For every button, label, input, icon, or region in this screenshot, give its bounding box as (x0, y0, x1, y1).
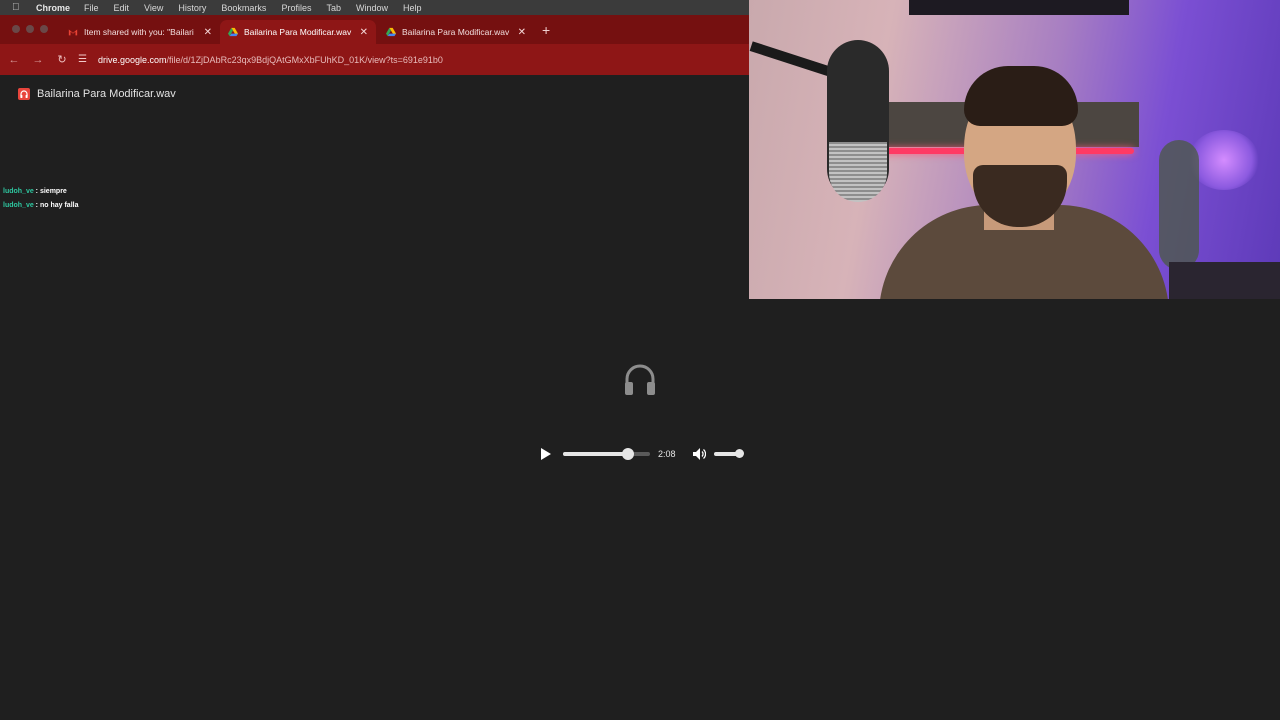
browser-window: Item shared with you: "Bailari ✕ Bailari… (0, 15, 749, 75)
plant (1159, 140, 1199, 270)
reload-icon[interactable]: ↻ (50, 53, 74, 66)
chat-username: ludoh_ve (3, 201, 34, 209)
minimize-window-button[interactable] (26, 25, 34, 33)
play-icon (540, 448, 551, 460)
volume-icon[interactable] (692, 447, 706, 461)
camera-ceiling (909, 0, 1129, 15)
close-tab-icon[interactable]: ✕ (360, 27, 368, 38)
url-host: drive.google.com (98, 54, 167, 65)
chat-message: ludoh_ve : no hay falla (3, 201, 79, 209)
tab-drive[interactable]: Bailarina Para Modificar.wav ✕ (378, 20, 534, 44)
audio-player: 2:08 (535, 444, 747, 464)
url-path: /file/d/1ZjDAbRc23qx9BdjQAtGMxXbFUhKD_01… (166, 54, 443, 65)
chat-overlay: ludoh_ve : siempre ludoh_ve : no hay fal… (3, 185, 78, 212)
headphones-icon (625, 364, 655, 395)
apple-icon[interactable]:  (12, 2, 22, 13)
webcam-overlay (749, 0, 1280, 299)
google-drive-icon (228, 27, 238, 37)
tab-title: Bailarina Para Modificar.wav (402, 27, 510, 37)
back-arrow-icon[interactable]: ← (2, 54, 26, 66)
purple-lamp (1189, 130, 1259, 190)
menu-help[interactable]: Help (403, 3, 422, 13)
new-tab-plus-icon[interactable]: + (542, 22, 550, 38)
file-header: Bailarina Para Modificar.wav (18, 88, 176, 100)
menu-tab[interactable]: Tab (326, 3, 341, 13)
mic-arm (749, 41, 839, 79)
play-button[interactable] (535, 444, 555, 464)
person-hair (964, 66, 1078, 126)
volume-slider[interactable] (714, 449, 744, 458)
window-controls (12, 25, 48, 33)
close-tab-icon[interactable]: ✕ (204, 27, 212, 38)
close-tab-icon[interactable]: ✕ (518, 27, 526, 38)
file-name: Bailarina Para Modificar.wav (37, 88, 176, 100)
menu-file[interactable]: File (84, 3, 99, 13)
tab-gmail-shared[interactable]: Item shared with you: "Bailari ✕ (60, 20, 220, 44)
close-window-button[interactable] (12, 25, 20, 33)
menu-bookmarks[interactable]: Bookmarks (221, 3, 266, 13)
chat-message: ludoh_ve : siempre (3, 188, 67, 195)
keyboard-instrument (1169, 262, 1280, 299)
zoom-window-button[interactable] (40, 25, 48, 33)
forward-arrow-icon[interactable]: → (26, 54, 50, 66)
menu-app-name[interactable]: Chrome (36, 3, 70, 13)
tab-title: Bailarina Para Modificar.wav (244, 27, 352, 37)
address-bar[interactable]: ☰ drive.google.com/file/d/1ZjDAbRc23qx9B… (78, 49, 741, 71)
tab-title: Item shared with you: "Bailari (84, 27, 194, 37)
seek-slider[interactable] (563, 448, 650, 460)
chat-username: ludoh_ve (3, 188, 34, 195)
menu-history[interactable]: History (178, 3, 206, 13)
microphone-grill (829, 142, 887, 202)
audio-file-icon (18, 88, 30, 100)
chat-text: no hay falla (39, 201, 79, 209)
menu-edit[interactable]: Edit (114, 3, 130, 13)
menu-profiles[interactable]: Profiles (281, 3, 311, 13)
playback-time: 2:08 (658, 449, 676, 459)
seek-handle[interactable] (622, 448, 634, 460)
browser-toolbar: ← → ↻ ☰ drive.google.com/file/d/1ZjDAbRc… (0, 44, 749, 75)
menu-window[interactable]: Window (356, 3, 388, 13)
gmail-icon (68, 29, 78, 36)
seek-progress (563, 452, 628, 456)
tab-drive-active[interactable]: Bailarina Para Modificar.wav ✕ (220, 20, 376, 44)
site-settings-icon[interactable]: ☰ (78, 54, 92, 65)
google-drive-icon (386, 27, 396, 37)
menu-view[interactable]: View (144, 3, 163, 13)
tab-strip: Item shared with you: "Bailari ✕ Bailari… (0, 15, 749, 44)
volume-handle[interactable] (735, 449, 744, 458)
chat-text: siempre (39, 188, 67, 195)
